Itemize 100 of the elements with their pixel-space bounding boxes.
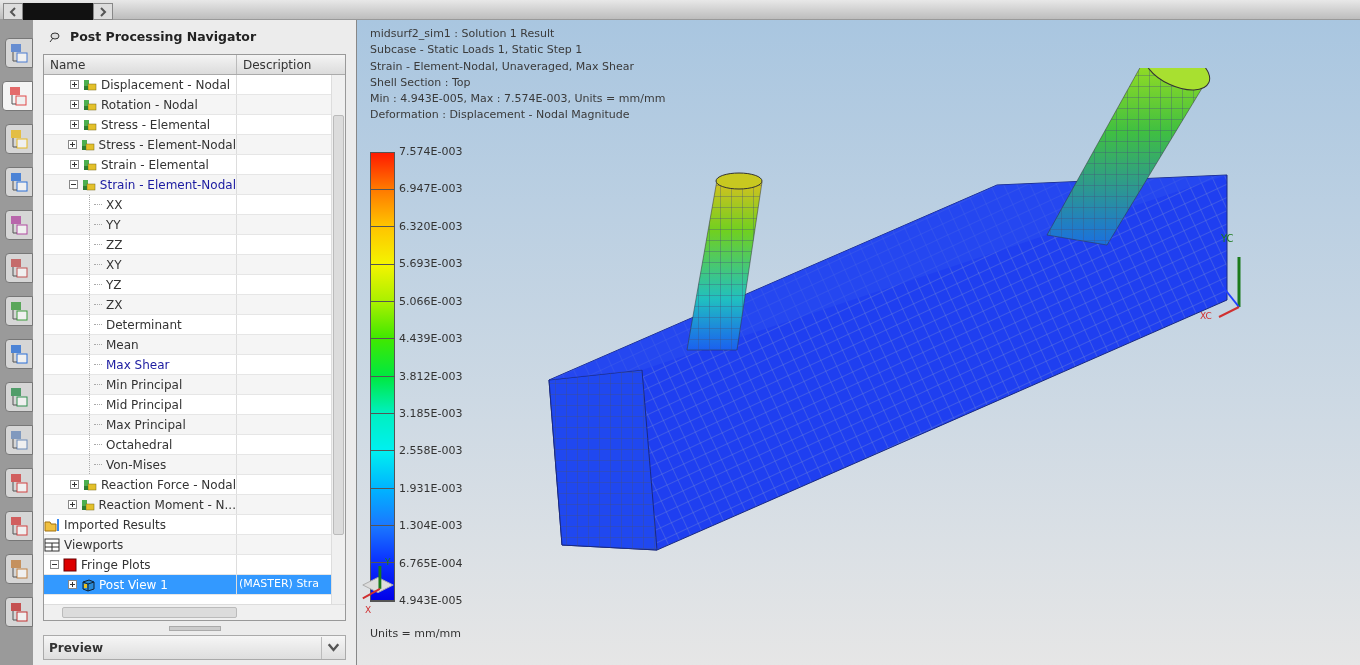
tree-item[interactable]: ZX xyxy=(106,295,123,314)
scrollbar-thumb[interactable] xyxy=(62,607,237,618)
expand-icon[interactable] xyxy=(70,480,79,489)
legend-label: 6.320E-003 xyxy=(399,218,463,235)
tool-icon xyxy=(8,385,30,409)
tree-item[interactable]: Imported Results xyxy=(64,515,166,534)
collapse-icon[interactable] xyxy=(50,560,59,569)
result-info-line: Deformation : Displacement - Nodal Magnitude xyxy=(370,107,631,124)
folder-icon xyxy=(44,516,60,533)
tree-item[interactable]: Viewports xyxy=(64,535,124,554)
axis-label: XC xyxy=(1200,310,1212,323)
tree-item[interactable]: XX xyxy=(106,195,123,214)
axis-label: X xyxy=(365,605,372,615)
legend-label: 4.943E-005 xyxy=(399,593,463,610)
tool-icon xyxy=(8,127,30,151)
side-tab[interactable] xyxy=(5,253,33,283)
expand-icon[interactable] xyxy=(70,120,79,129)
tree-item[interactable]: Stress - Elemental xyxy=(101,115,211,134)
chevron-right-icon xyxy=(99,6,107,17)
tool-icon xyxy=(8,557,30,581)
side-tab[interactable] xyxy=(5,38,33,68)
result-icon xyxy=(80,138,95,151)
column-header[interactable]: Name xyxy=(44,55,237,74)
tool-icon xyxy=(8,471,30,495)
result-icon xyxy=(83,478,97,491)
legend-label: 2.558E-003 xyxy=(399,443,463,460)
side-tab[interactable] xyxy=(2,81,33,111)
result-icon xyxy=(83,78,97,91)
preview-label: Preview xyxy=(48,639,103,657)
tool-icon xyxy=(8,342,30,366)
expand-icon[interactable] xyxy=(67,500,77,509)
panel-title: Post Processing Navigator xyxy=(70,27,257,46)
tree-item[interactable]: Mean xyxy=(106,335,139,354)
tree-description: (MASTER) Stra xyxy=(239,576,319,593)
tree-item[interactable]: XY xyxy=(106,255,122,274)
cube-icon xyxy=(81,577,95,592)
tree-item[interactable]: Displacement - Nodal xyxy=(101,75,231,94)
units-label: Units = mm/mm xyxy=(370,625,462,642)
side-tab[interactable] xyxy=(5,468,33,498)
result-icon xyxy=(83,118,97,131)
legend-label: 1.931E-003 xyxy=(399,480,463,497)
scroll-left-button[interactable] xyxy=(3,3,23,20)
legend-label: 4.439E-003 xyxy=(399,331,463,348)
side-tab[interactable] xyxy=(5,296,33,326)
side-tab[interactable] xyxy=(5,210,33,240)
expand-icon[interactable] xyxy=(70,160,79,169)
legend-label: 5.693E-003 xyxy=(399,256,463,273)
scrollbar-thumb[interactable] xyxy=(333,115,344,535)
column-header[interactable]: Description xyxy=(237,55,345,74)
tree-item[interactable]: Fringe Plots xyxy=(81,555,151,574)
tree-item[interactable]: ZZ xyxy=(106,235,123,254)
scroll-right-button[interactable] xyxy=(93,3,113,20)
collapse-icon[interactable] xyxy=(68,180,78,189)
tree-item[interactable]: Octahedral xyxy=(106,435,173,454)
tool-icon xyxy=(8,170,30,194)
side-tab[interactable] xyxy=(5,124,33,154)
result-info-line: midsurf2_sim1 : Solution 1 Result xyxy=(370,26,556,42)
tree-item[interactable]: YY xyxy=(106,215,121,234)
result-info-line: Subcase - Static Loads 1, Static Step 1 xyxy=(370,42,584,59)
horizontal-scrollbar[interactable] xyxy=(44,604,345,620)
expand-icon[interactable] xyxy=(67,140,77,149)
side-tab[interactable] xyxy=(5,511,33,541)
fringe-plot-icon xyxy=(63,557,77,572)
tree-item[interactable]: Strain - Elemental xyxy=(101,155,209,174)
legend-label: 7.574E-003 xyxy=(399,143,463,160)
axis-label: YC xyxy=(1221,232,1234,246)
preview-bar[interactable]: Preview xyxy=(43,635,346,660)
side-tab[interactable] xyxy=(5,554,33,584)
tool-icon xyxy=(8,213,30,237)
chevron-left-icon xyxy=(9,6,17,17)
tree-item[interactable]: Mid Principal xyxy=(106,395,183,414)
splitter-handle[interactable] xyxy=(168,625,221,631)
expand-icon[interactable] xyxy=(70,100,79,109)
legend-label: 3.812E-003 xyxy=(399,368,463,385)
tool-icon xyxy=(8,41,30,65)
legend-label: 1.304E-003 xyxy=(399,518,463,535)
side-tab[interactable] xyxy=(5,425,33,455)
result-info-line: Shell Section : Top xyxy=(370,74,472,91)
result-icon xyxy=(83,158,97,171)
result-info-line: Min : 4.943E-005, Max : 7.574E-003, Units = mm/mm xyxy=(370,91,667,108)
tree-item[interactable]: YZ xyxy=(106,275,122,294)
vertical-scrollbar[interactable] xyxy=(331,75,345,604)
tool-icon xyxy=(8,600,30,624)
side-tab[interactable] xyxy=(5,382,33,412)
result-icon xyxy=(80,498,95,511)
tool-icon xyxy=(8,514,30,538)
expand-icon[interactable] xyxy=(68,580,77,589)
result-icon xyxy=(83,98,97,111)
result-icon xyxy=(81,178,96,191)
expand-icon[interactable] xyxy=(70,80,79,89)
side-tab[interactable] xyxy=(5,167,33,197)
tree-item[interactable]: Max Shear xyxy=(106,355,170,374)
side-tab[interactable] xyxy=(5,597,33,627)
result-info-line: Strain - Element-Nodal, Unaveraged, Max Shear xyxy=(370,58,636,75)
legend-label: 6.947E-003 xyxy=(399,181,463,198)
tool-icon xyxy=(8,299,30,323)
side-tab[interactable] xyxy=(5,339,33,369)
tree-item[interactable]: Determinant xyxy=(106,315,182,334)
legend-label: 3.185E-003 xyxy=(399,405,463,422)
tree-item[interactable]: Reaction Force - Nodal xyxy=(101,475,236,494)
